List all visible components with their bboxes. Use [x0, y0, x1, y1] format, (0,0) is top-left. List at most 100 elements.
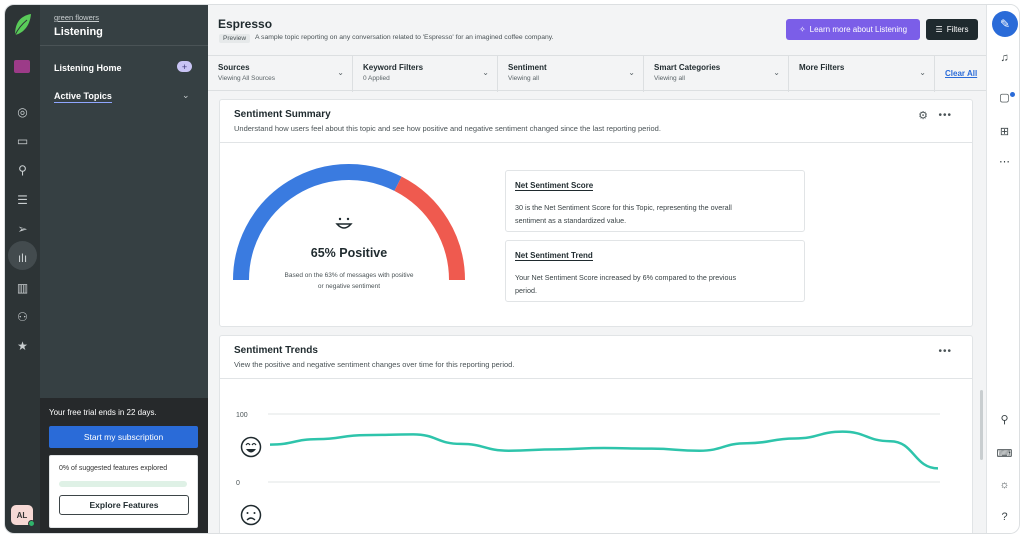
more-icon[interactable]: ⋯	[987, 155, 1019, 168]
net-sentiment-score-box: Net Sentiment Score 30 is the Net Sentim…	[505, 170, 805, 232]
sentiment-gauge: 65% Positive Based on the 63% of message…	[233, 164, 465, 290]
listening-icon[interactable]: ılı	[5, 241, 40, 270]
filter-bar: Sources Viewing All Sources ⌄ Keyword Fi…	[208, 55, 986, 92]
lightbulb-icon[interactable]: ☼	[987, 479, 1019, 491]
smile-icon	[335, 217, 353, 229]
sprout-logo-icon[interactable]	[12, 13, 32, 37]
net-sentiment-score-title[interactable]: Net Sentiment Score	[515, 181, 594, 191]
filter-more[interactable]: More Filters ⌄	[789, 56, 935, 92]
compass-icon[interactable]: ◎	[5, 101, 40, 123]
net-trend-line2: period.	[515, 286, 537, 295]
filter-sentiment[interactable]: Sentiment Viewing all ⌄	[498, 56, 644, 92]
breadcrumb[interactable]: green flowers	[54, 13, 99, 22]
bell-icon[interactable]: ♫	[987, 52, 1019, 64]
filter-keyword[interactable]: Keyword Filters 0 Applied ⌄	[353, 56, 498, 92]
keyboard-icon[interactable]: ⌨	[987, 447, 1019, 460]
card-title: Sentiment Summary	[234, 109, 331, 120]
sidebar-item-active-topics[interactable]: Active Topics	[54, 91, 112, 103]
send-icon[interactable]: ➢	[5, 218, 40, 240]
filter-label: Smart Categories	[654, 63, 721, 72]
net-sentiment-trend-title[interactable]: Net Sentiment Trend	[515, 251, 593, 261]
add-topic-icon[interactable]: +	[177, 61, 192, 72]
features-progress-bar	[59, 481, 187, 487]
listening-sidebar: green flowers Listening Listening Home +…	[40, 5, 208, 533]
filter-sources[interactable]: Sources Viewing All Sources ⌄	[208, 56, 353, 92]
happy-face-icon	[240, 436, 262, 458]
filter-value: Viewing all	[508, 75, 539, 82]
filter-label: More Filters	[799, 63, 845, 72]
start-subscription-button[interactable]: Start my subscription	[49, 426, 198, 448]
primary-nav-rail: ◎ ▭ ⚲ ☰ ➢ ılı ▥ ⚇ ★ AL	[5, 5, 40, 533]
gauge-label: 65% Positive	[311, 246, 387, 260]
avatar-initials: AL	[16, 510, 28, 520]
inbox-icon[interactable]: ▭	[5, 130, 40, 152]
net-score-line2: sentiment as a standardized value.	[515, 216, 627, 225]
sidebar-item-label: Active Topics	[54, 91, 112, 103]
gauge-negative-arc	[394, 176, 465, 281]
page-description: A sample topic reporting on any conversa…	[255, 34, 554, 41]
sentiment-trend-chart: 100 0	[236, 412, 940, 526]
explore-features-button[interactable]: Explore Features	[59, 495, 189, 515]
chat-icon[interactable]: ▢	[987, 91, 1019, 104]
y-tick-label-zero: 0	[236, 480, 240, 487]
filter-label: Sentiment	[508, 63, 547, 72]
gauge-positive-arc	[233, 164, 402, 281]
features-card: 0% of suggested features explored Explor…	[49, 455, 198, 528]
filter-value: Viewing all	[654, 75, 685, 82]
chevron-down-icon: ⌄	[337, 68, 344, 77]
sad-face-icon	[240, 504, 262, 526]
sidebar-item-listening-home[interactable]: Listening Home	[54, 63, 122, 73]
people-icon[interactable]: ⚇	[5, 306, 40, 328]
learn-more-button[interactable]: ✧ Learn more about Listening	[786, 19, 920, 40]
folder-icon[interactable]	[14, 60, 30, 73]
star-icon[interactable]: ★	[5, 335, 40, 357]
online-status-dot	[28, 520, 35, 527]
compose-icon[interactable]: ✎	[992, 11, 1018, 37]
trend-series-line	[269, 430, 939, 470]
app-window: ◎ ▭ ⚲ ☰ ➢ ılı ▥ ⚇ ★ AL green flowers Lis…	[4, 4, 1020, 534]
net-sentiment-trend-box: Net Sentiment Trend Your Net Sentiment S…	[505, 240, 805, 302]
filter-label: Keyword Filters	[363, 63, 424, 72]
divider	[220, 142, 972, 143]
filter-value: 0 Applied	[363, 75, 390, 82]
filter-value: Viewing All Sources	[218, 75, 275, 82]
chevron-down-icon[interactable]: ⌄	[182, 90, 190, 101]
trial-text: Your free trial ends in 22 days.	[49, 408, 157, 417]
avatar[interactable]: AL	[11, 505, 35, 527]
net-sentiment-trend-text: Your Net Sentiment Score increased by 6%…	[515, 271, 785, 297]
chevron-down-icon: ⌄	[773, 68, 780, 77]
help-icon[interactable]: ?	[987, 511, 1019, 523]
search-icon[interactable]: ⚲	[987, 413, 1019, 426]
gauge-note-line1: Based on the 63% of messages with positi…	[285, 272, 414, 279]
trial-panel: Your free trial ends in 22 days. Start m…	[40, 398, 208, 533]
list-icon[interactable]: ☰	[5, 189, 40, 211]
filters-button[interactable]: ☰ Filters	[926, 19, 978, 40]
pin-icon[interactable]: ⚲	[5, 159, 40, 181]
sidebar-title: Listening	[54, 26, 103, 38]
learn-more-label: Learn more about Listening	[809, 25, 908, 34]
card-subtitle: Understand how users feel about this top…	[234, 124, 661, 133]
main-content: Espresso Preview A sample topic reportin…	[208, 5, 986, 533]
chevron-down-icon: ⌄	[482, 68, 489, 77]
clear-all-link[interactable]: Clear All	[945, 69, 977, 78]
reports-icon[interactable]: ▥	[5, 277, 40, 299]
scrollbar[interactable]	[980, 390, 983, 460]
chevron-down-icon: ⌄	[919, 68, 926, 77]
gauge-note-line2: or negative sentiment	[318, 283, 380, 290]
filter-label: Sources	[218, 63, 250, 72]
sparkle-icon: ✧	[798, 25, 806, 34]
filter-smart-categories[interactable]: Smart Categories Viewing all ⌄	[644, 56, 789, 92]
features-progress-text: 0% of suggested features explored	[59, 465, 168, 472]
add-task-icon[interactable]: ⊞	[987, 125, 1019, 138]
net-score-line1: 30 is the Net Sentiment Score for this T…	[515, 203, 732, 212]
filter-icon: ☰	[935, 25, 943, 34]
more-options-icon[interactable]: •••	[938, 110, 952, 121]
gear-icon[interactable]: ⚙	[918, 109, 928, 122]
right-utility-rail: ✎ ♫ ▢ ⊞ ⋯ ⚲ ⌨ ☼ ?	[986, 5, 1019, 533]
divider	[40, 45, 208, 46]
preview-badge: Preview	[219, 34, 251, 43]
net-sentiment-score-text: 30 is the Net Sentiment Score for this T…	[515, 201, 785, 227]
filters-label: Filters	[946, 25, 969, 34]
sentiment-trends-card: Sentiment Trends View the positive and n…	[219, 335, 973, 533]
y-tick-label-top: 100	[236, 412, 248, 419]
